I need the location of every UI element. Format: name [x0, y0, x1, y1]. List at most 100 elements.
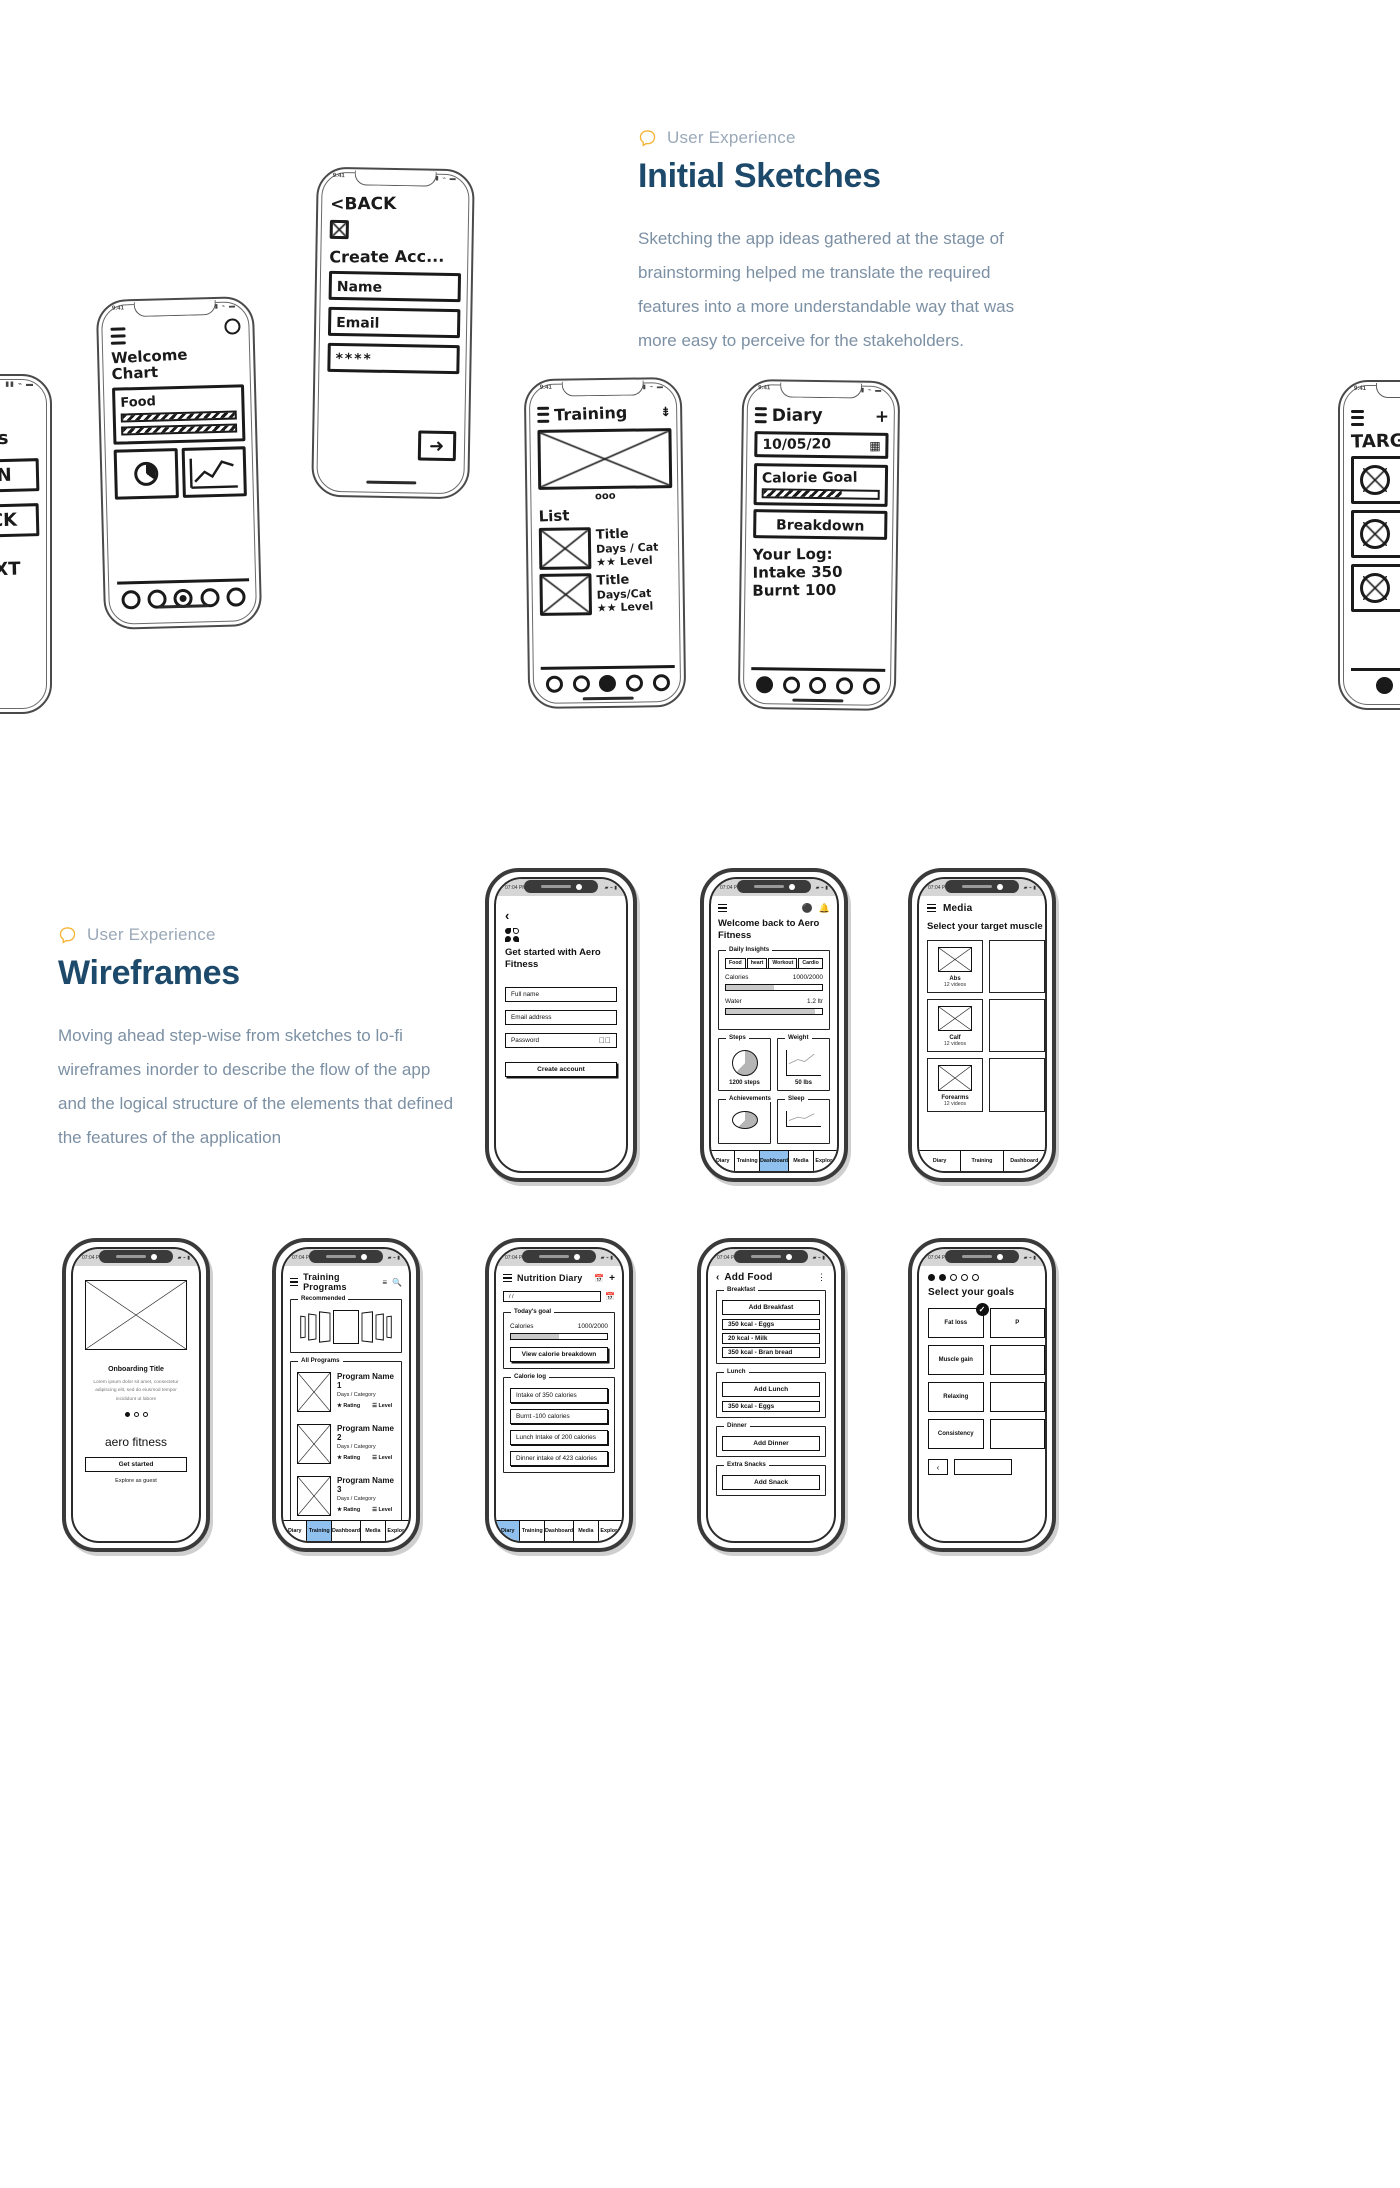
muscle-card[interactable] — [989, 1058, 1045, 1112]
sketch-target-row[interactable] — [1351, 455, 1400, 504]
nav-dashboard[interactable]: Dashboard — [545, 1521, 575, 1541]
password-input[interactable]: Password 👁⃠ — [505, 1032, 617, 1048]
nav-explore[interactable]: Explore — [599, 1521, 622, 1541]
get-started-button[interactable]: Get started — [85, 1456, 187, 1472]
goal-option[interactable] — [989, 1382, 1045, 1412]
nav-diary[interactable]: Diary — [919, 1151, 962, 1171]
back-button[interactable]: ‹ — [505, 909, 617, 922]
full-name-input[interactable]: Full name — [505, 986, 617, 1002]
program-list-item[interactable]: Program Name 3 Days / Category ★ Rating ☰… — [297, 1476, 395, 1520]
sketch-target-row[interactable] — [1351, 563, 1400, 612]
sketch-password-field[interactable]: **** — [327, 342, 460, 375]
nav-training[interactable]: Training — [307, 1521, 332, 1541]
muscle-card-calf[interactable]: Calf 12 videos — [927, 999, 983, 1053]
sleep-card[interactable]: Sleep — [777, 1094, 830, 1144]
log-entry[interactable]: Dinner intake of 423 calories — [510, 1451, 608, 1467]
bottom-navigation[interactable]: Diary Training Dashboard — [919, 1150, 1045, 1171]
add-lunch-button[interactable]: Add Lunch — [722, 1382, 820, 1397]
goal-option[interactable] — [989, 1345, 1045, 1375]
goals-back-button[interactable]: ‹ — [928, 1459, 948, 1475]
nav-diary[interactable]: Diary — [283, 1521, 308, 1541]
steps-card[interactable]: Steps 1200 steps — [718, 1033, 771, 1091]
search-icon[interactable]: 🔍 — [392, 1278, 402, 1287]
sketch-menu-icon[interactable] — [1351, 409, 1400, 426]
sketch-nav-icon[interactable] — [862, 677, 881, 695]
tab-food[interactable]: Food — [725, 957, 746, 968]
sketch-nav-icon[interactable] — [572, 675, 590, 693]
sketch-nav-icon-active[interactable] — [1376, 677, 1393, 694]
sketch-submit-arrow-button[interactable]: ➜ — [417, 430, 457, 462]
insight-tabs[interactable]: Food heart Workout Cardio — [725, 957, 823, 969]
profile-icon[interactable]: ⚫ — [802, 903, 813, 914]
sketch-nav-icon-active[interactable] — [599, 674, 617, 693]
menu-icon[interactable] — [503, 1272, 512, 1284]
sketch-menu-icon[interactable] — [110, 324, 242, 345]
sketch-nav-icon-active[interactable] — [755, 676, 774, 694]
sketch-goals-btn-2[interactable]: ACK — [0, 503, 40, 538]
sketch-nav-icon[interactable] — [836, 677, 854, 695]
bottom-navigation[interactable]: Diary Training Dashboard Media Explore — [711, 1150, 837, 1171]
program-list-item[interactable]: Program Name 1 Days / Category ★ Rating ☰… — [297, 1372, 395, 1416]
tab-heart[interactable]: heart — [746, 957, 768, 968]
back-button[interactable]: ‹ — [716, 1272, 719, 1283]
achievements-card[interactable]: Achievements — [718, 1094, 774, 1144]
bottom-navigation[interactable]: Diary Training Dashboard Media Explore — [283, 1520, 409, 1541]
nav-diary[interactable]: Diary — [496, 1521, 521, 1541]
menu-icon[interactable] — [718, 902, 727, 914]
recommended-carousel[interactable] — [296, 1309, 396, 1345]
view-calorie-breakdown-button[interactable]: View calorie breakdown — [510, 1347, 608, 1363]
nav-training[interactable]: Training — [735, 1151, 760, 1171]
food-entry[interactable]: 350 kcal - Bran bread — [722, 1347, 820, 1358]
goal-option-muscle-gain[interactable]: Muscle gain — [928, 1345, 984, 1375]
sketch-nav-icon[interactable] — [121, 590, 141, 610]
sketch-nav-icon[interactable] — [782, 676, 800, 694]
goal-option-fat-loss[interactable]: Fat loss ✓ — [928, 1303, 989, 1338]
food-entry[interactable]: 350 kcal - Eggs — [722, 1401, 820, 1412]
sketch-breakdown-button[interactable]: Breakdown — [753, 509, 888, 540]
more-vertical-icon[interactable]: ⋮ — [817, 1272, 826, 1283]
sketch-filter-icon[interactable]: ⇟ — [660, 405, 671, 420]
sketch-nav-icon[interactable] — [652, 674, 671, 692]
plus-icon[interactable]: + — [609, 1273, 615, 1284]
food-entry[interactable]: 20 kcal - Milk — [722, 1333, 820, 1344]
sketch-target-row[interactable] — [1351, 509, 1400, 558]
sketch-nav-icon[interactable] — [226, 587, 247, 607]
bottom-navigation[interactable]: Diary Training Dashboard Media Explore — [496, 1520, 622, 1541]
sketch-email-field[interactable]: Email — [327, 306, 461, 339]
goal-option-relaxing[interactable]: Relaxing — [928, 1382, 984, 1412]
log-entry[interactable]: Burnt -100 calories — [510, 1409, 608, 1425]
sketch-nav-icon[interactable] — [626, 674, 644, 692]
sketch-list-item[interactable]: Title Days/Cat ★★ Level — [539, 572, 674, 616]
eye-off-icon[interactable]: 👁⃠ — [599, 1036, 611, 1045]
goal-option[interactable]: P — [989, 1308, 1045, 1338]
goals-next-button[interactable] — [954, 1459, 1012, 1475]
program-list-item[interactable]: Program Name 2 Days / Category ★ Rating ☰… — [297, 1424, 395, 1468]
menu-icon[interactable] — [290, 1276, 299, 1288]
food-entry[interactable]: 350 kcal - Eggs — [722, 1319, 820, 1330]
sketch-bottom-nav[interactable] — [1351, 668, 1400, 694]
sketch-goals-next[interactable]: NEXT — [0, 558, 39, 581]
sketch-nav-icon[interactable] — [545, 675, 563, 693]
sketch-bottom-nav[interactable] — [750, 667, 886, 695]
nav-training[interactable]: Training — [961, 1151, 1004, 1171]
sketch-list-item[interactable]: Title Days / Cat ★★ Level — [538, 526, 674, 570]
sliders-icon[interactable]: ≡ — [382, 1278, 387, 1287]
tab-workout[interactable]: Workout — [768, 957, 798, 968]
sketch-back-button[interactable]: <BACK — [330, 194, 462, 214]
nav-diary[interactable]: Diary — [711, 1151, 736, 1171]
email-input[interactable]: Email address — [505, 1009, 617, 1025]
sketch-date-field[interactable]: 10/05/20 ▦ — [754, 431, 889, 459]
sketch-goals-btn-1[interactable]: AIN — [0, 458, 40, 493]
create-account-button[interactable]: Create account — [505, 1061, 617, 1077]
goal-option[interactable] — [989, 1419, 1045, 1449]
add-dinner-button[interactable]: Add Dinner — [722, 1436, 820, 1451]
sketch-bottom-nav[interactable] — [540, 665, 676, 693]
nav-dashboard[interactable]: Dashboard — [1004, 1151, 1045, 1171]
nav-dashboard[interactable]: Dashboard — [759, 1151, 790, 1171]
add-breakfast-button[interactable]: Add Breakfast — [722, 1300, 820, 1315]
goals-pagination-dots[interactable] — [928, 1274, 1045, 1281]
nav-media[interactable]: Media — [361, 1521, 386, 1541]
sketch-menu-icon[interactable] — [537, 403, 550, 426]
add-snack-button[interactable]: Add Snack — [722, 1475, 820, 1490]
bell-icon[interactable]: 🔔 — [819, 903, 830, 914]
